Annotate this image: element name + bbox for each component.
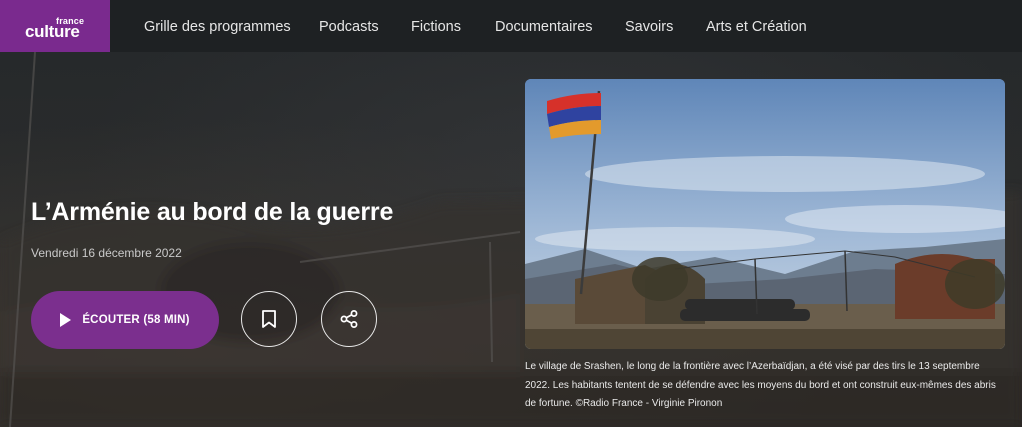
logo-text-big: culture [25,22,80,41]
bookmark-icon [262,310,276,328]
play-icon [60,313,72,327]
share-button[interactable] [321,291,377,347]
top-navigation-bar: france culture Grille des programmes Pod… [0,0,1022,52]
nav-item-arts-creation[interactable]: Arts et Création [706,19,807,35]
photo-caption: Le village de Srashen, le long de la fro… [525,361,996,409]
france-culture-logo[interactable]: france culture [0,0,110,52]
nav-item-fictions[interactable]: Fictions [411,19,461,35]
share-icon [340,310,358,328]
broadcast-date: Vendredi 16 décembre 2022 [31,246,182,260]
page-title: L’Arménie au bord de la guerre [31,198,394,226]
listen-button[interactable]: ÉCOUTER (58 MIN) [31,291,219,349]
photo-scene [525,79,1005,349]
episode-photo [525,79,1005,349]
bookmark-button[interactable] [241,291,297,347]
nav-item-documentaires[interactable]: Documentaires [495,19,593,35]
nav-item-grille[interactable]: Grille des programmes [144,19,291,35]
listen-button-label: ÉCOUTER (58 MIN) [82,314,190,326]
nav-item-savoirs[interactable]: Savoirs [625,19,673,35]
nav-item-podcasts[interactable]: Podcasts [319,19,379,35]
